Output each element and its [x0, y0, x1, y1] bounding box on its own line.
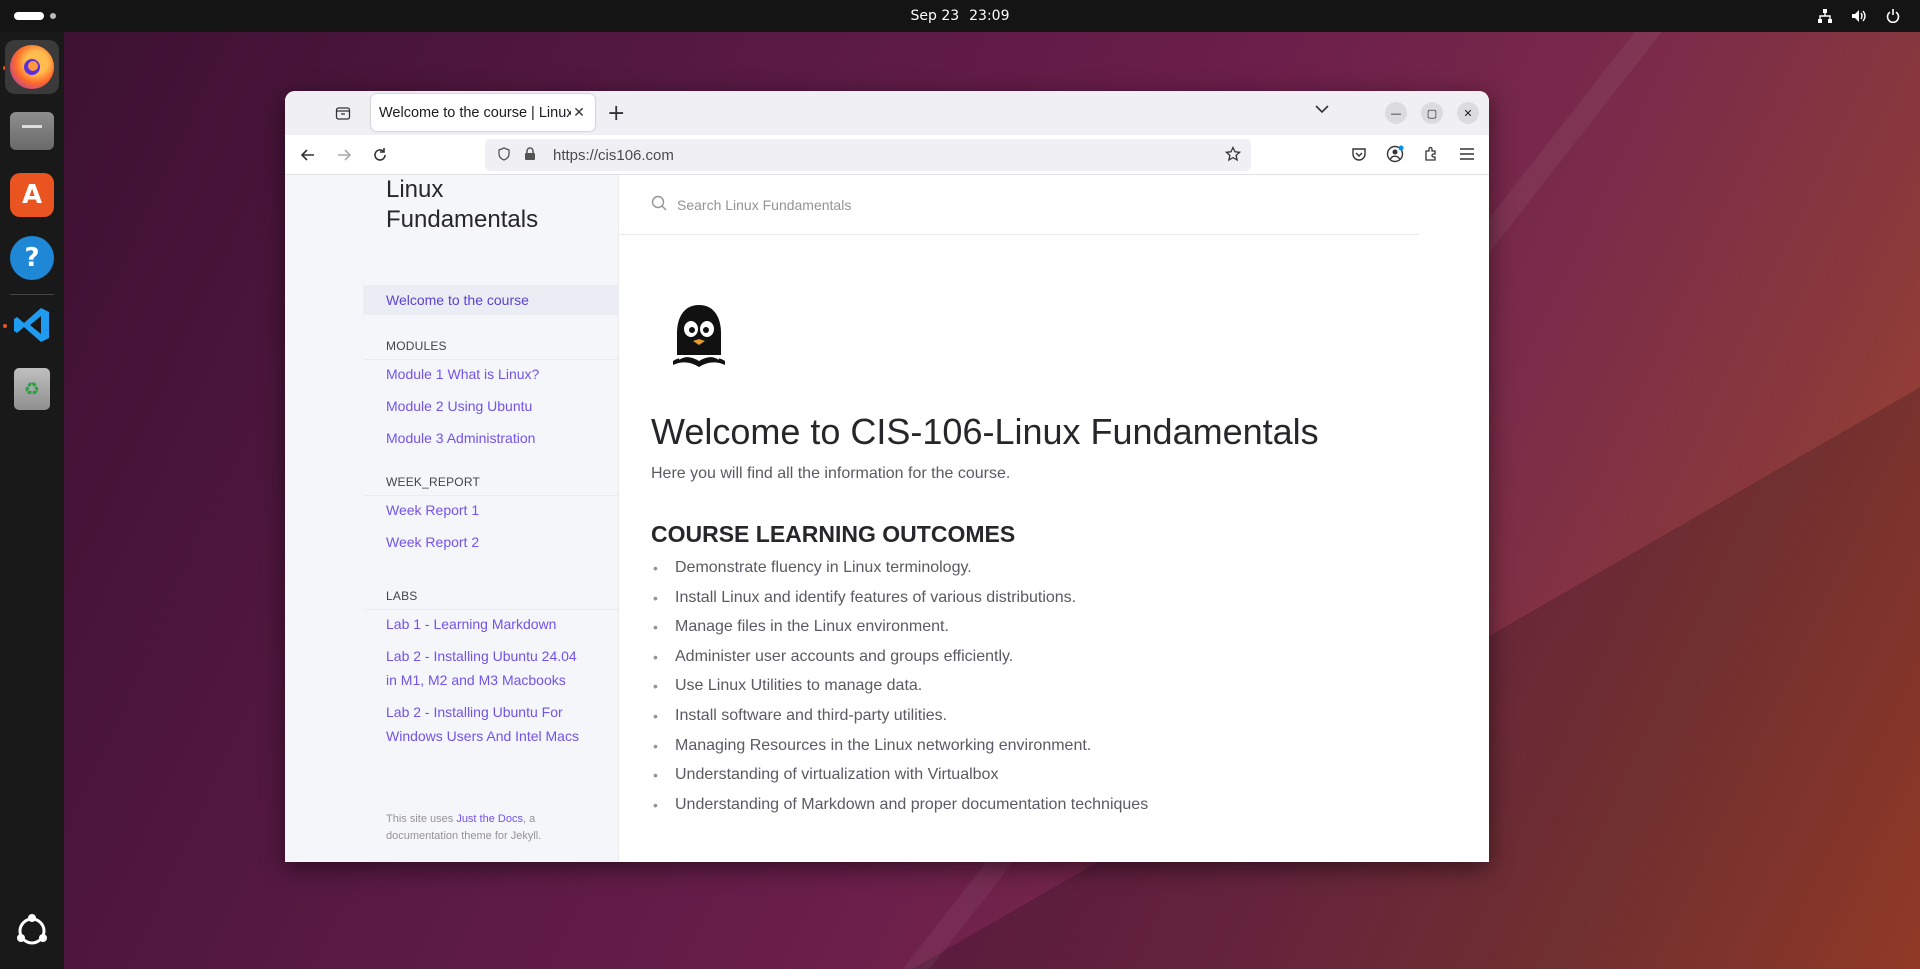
list-item: Managing Resources in the Linux networki…	[651, 735, 1148, 765]
volume-icon	[1850, 9, 1868, 23]
tab-bar: Welcome to the course | Linux Fundamenta…	[285, 91, 1489, 135]
back-icon[interactable]	[297, 144, 319, 166]
account-icon[interactable]	[1385, 144, 1405, 164]
network-icon	[1816, 9, 1834, 23]
dock-firefox[interactable]	[5, 40, 59, 94]
forward-icon[interactable]	[333, 144, 355, 166]
clock-date: Sep 23	[910, 8, 960, 24]
intro-text: Here you will find all the information f…	[651, 465, 1011, 482]
pocket-icon[interactable]	[1349, 144, 1369, 164]
search-input[interactable]: Search Linux Fundamentals	[677, 197, 851, 213]
dock-help[interactable]: ?	[5, 231, 59, 285]
list-item: Demonstrate fluency in Linux terminology…	[651, 557, 1148, 587]
clock-time: 23:09	[969, 8, 1010, 24]
outcomes-heading: COURSE LEARNING OUTCOMES	[651, 521, 1016, 547]
footer-note: This site uses Just the Docs, a document…	[386, 811, 586, 845]
dock-separator	[10, 294, 54, 295]
tab-close-icon[interactable]: ✕	[571, 104, 587, 121]
maximize-icon[interactable]: ▢	[1421, 102, 1443, 124]
top-bar: Sep 23 23:09	[0, 0, 1920, 32]
page-title: Welcome to CIS-106-Linux Fundamentals	[651, 411, 1319, 452]
site-title[interactable]: Linux Fundamentals	[386, 175, 586, 235]
workspace-indicator-active	[14, 12, 44, 20]
nav-section-week-report: WEEK_REPORT	[386, 475, 480, 489]
dock-trash[interactable]: ♻	[5, 362, 59, 416]
nav-lab-2-m1[interactable]: Lab 2 - Installing Ubuntu 24.04 in M1, M…	[386, 644, 586, 692]
list-item: Administer user accounts and groups effi…	[651, 646, 1148, 676]
nav-lab-2-windows[interactable]: Lab 2 - Installing Ubuntu For Windows Us…	[386, 700, 586, 748]
divider	[363, 495, 619, 496]
system-tray[interactable]	[1816, 0, 1902, 32]
outcomes-list: Demonstrate fluency in Linux terminology…	[651, 557, 1148, 823]
nav-bar: https://cis106.com	[285, 135, 1489, 175]
help-icon: ?	[10, 236, 54, 280]
window-controls: — ▢ ✕	[1385, 102, 1479, 124]
dock-show-apps[interactable]	[5, 904, 59, 958]
tab-title: Welcome to the course | Linux Fundamenta…	[379, 104, 571, 121]
penguin-logo-icon	[667, 303, 731, 369]
url-text: https://cis106.com	[553, 146, 674, 164]
workspace-indicator	[50, 13, 56, 19]
clock[interactable]: Sep 23 23:09	[910, 8, 1009, 24]
bookmark-star-icon[interactable]	[1224, 145, 1242, 167]
nav-module-3[interactable]: Module 3 Administration	[386, 426, 535, 450]
dock-vscode[interactable]	[5, 298, 59, 352]
nav-module-2[interactable]: Module 2 Using Ubuntu	[386, 394, 532, 418]
dock: A ? ♻	[0, 32, 64, 969]
firefox-icon	[10, 45, 54, 89]
new-tab-icon[interactable]: +	[607, 101, 625, 126]
list-item: Manage files in the Linux environment.	[651, 616, 1148, 646]
site-sidebar: Linux Fundamentals Welcome to the course…	[285, 175, 619, 862]
nav-module-1[interactable]: Module 1 What is Linux?	[386, 362, 539, 386]
divider	[363, 359, 619, 360]
dock-files[interactable]	[5, 104, 59, 158]
divider	[363, 609, 619, 610]
tab-active[interactable]: Welcome to the course | Linux Fundamenta…	[371, 94, 595, 131]
nav-lab-1[interactable]: Lab 1 - Learning Markdown	[386, 612, 556, 636]
nav-section-modules: MODULES	[386, 339, 447, 353]
list-item: Understanding of Markdown and proper doc…	[651, 794, 1148, 824]
list-item: Use Linux Utilities to manage data.	[651, 675, 1148, 705]
search-icon	[651, 195, 667, 215]
nav-section-labs: LABS	[386, 589, 418, 603]
vscode-icon	[10, 303, 54, 347]
list-item: Understanding of virtualization with Vir…	[651, 764, 1148, 794]
tracking-protection-icon[interactable]	[493, 146, 515, 164]
power-icon	[1884, 9, 1902, 23]
extensions-icon[interactable]	[1421, 144, 1441, 164]
nav-welcome[interactable]: Welcome to the course	[386, 288, 529, 312]
just-the-docs-link[interactable]: Just the Docs	[456, 813, 523, 825]
activities-button[interactable]	[14, 12, 56, 20]
menu-icon[interactable]	[1457, 144, 1477, 164]
files-icon	[10, 112, 54, 150]
nav-week-report-2[interactable]: Week Report 2	[386, 530, 479, 554]
dock-app-center[interactable]: A	[5, 168, 59, 222]
close-window-icon[interactable]: ✕	[1457, 102, 1479, 124]
trash-icon: ♻	[14, 368, 50, 410]
show-apps-icon	[10, 909, 54, 953]
page-content: Linux Fundamentals Welcome to the course…	[285, 175, 1489, 862]
reload-icon[interactable]	[369, 144, 391, 166]
minimize-icon[interactable]: —	[1385, 102, 1407, 124]
app-center-icon: A	[10, 173, 54, 217]
footer-prefix: This site uses	[386, 813, 457, 825]
browser-window: Welcome to the course | Linux Fundamenta…	[285, 91, 1489, 862]
firefox-view-icon[interactable]	[333, 103, 353, 123]
nav-week-report-1[interactable]: Week Report 1	[386, 498, 479, 522]
url-bar[interactable]: https://cis106.com	[485, 139, 1251, 171]
list-item: Install software and third-party utiliti…	[651, 705, 1148, 735]
toolbar-icons	[1349, 144, 1477, 164]
main-content: Search Linux Fundamentals Welcome to CIS…	[619, 175, 1489, 862]
list-item: Install Linux and identify features of v…	[651, 587, 1148, 617]
search-bar[interactable]: Search Linux Fundamentals	[619, 175, 1419, 235]
lock-icon[interactable]	[519, 146, 541, 164]
list-tabs-icon[interactable]	[1315, 103, 1329, 118]
